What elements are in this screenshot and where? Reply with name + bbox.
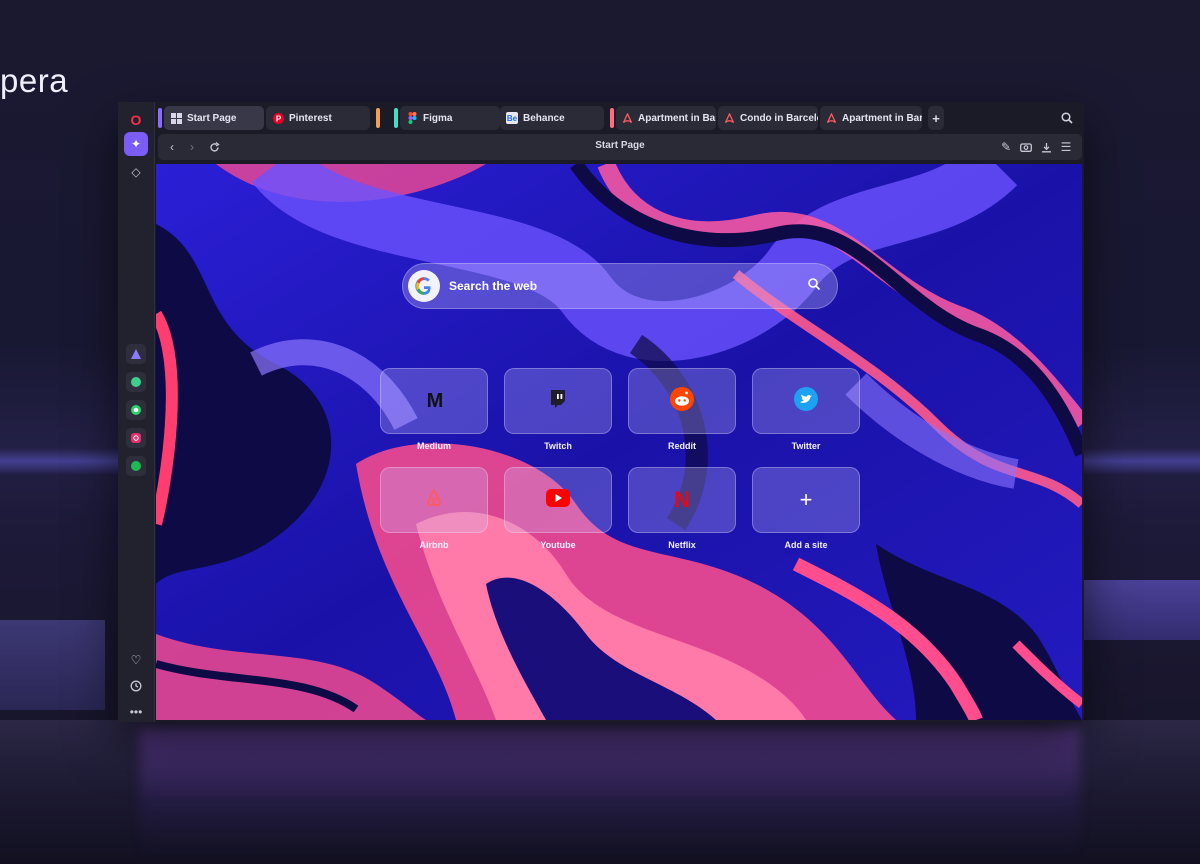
tab-label: Figma <box>423 112 453 124</box>
youtube-icon <box>546 488 570 512</box>
tab-label: Start Page <box>187 112 237 124</box>
sidebar-app-whatsapp-icon[interactable] <box>126 400 146 420</box>
opera-wordmark: pera <box>0 62 69 99</box>
sidebar: O ✦ ◇ ♡ ••• <box>118 102 155 722</box>
pinterest-icon: P <box>272 112 284 124</box>
tab-island-marker-pink <box>610 108 614 128</box>
twitch-icon <box>549 389 567 414</box>
download-icon[interactable] <box>1038 139 1054 155</box>
tab-label: Behance <box>523 112 565 124</box>
plus-icon: + <box>799 487 813 512</box>
fluid-wallpaper <box>156 164 1082 720</box>
speed-dial-medium[interactable]: M <box>380 368 488 434</box>
speed-dial-label: Reddit <box>668 441 696 451</box>
behance-icon: Be <box>506 112 518 124</box>
tab-search-icon[interactable] <box>1059 110 1075 126</box>
twitter-icon <box>793 386 819 417</box>
background-plinth-left <box>0 620 105 710</box>
tab-label: Apartment in Bar <box>842 112 922 124</box>
aria-ai-icon[interactable]: ✦ <box>124 132 148 156</box>
sidebar-app-spotify-icon[interactable] <box>126 456 146 476</box>
speed-dial-label: Netflix <box>668 540 696 550</box>
new-tab-button[interactable]: + <box>928 106 944 130</box>
floor-reflection <box>140 728 1080 858</box>
speed-dial-label: Twitch <box>544 441 572 451</box>
opera-menu-icon[interactable]: O <box>124 108 148 132</box>
reddit-icon <box>669 386 695 417</box>
sidebar-app-chatgpt-icon[interactable] <box>126 372 146 392</box>
tab-island-marker-orange <box>376 108 380 128</box>
search-placeholder: Search the web <box>449 279 538 293</box>
bookmarks-heart-icon[interactable]: ♡ <box>124 648 148 672</box>
tab-apartment-1[interactable]: Apartment in Bar <box>616 106 716 130</box>
address-bar[interactable]: Start Page <box>158 140 1082 151</box>
speed-dial-label: Medium <box>416 441 451 451</box>
speed-dial-label: Add a site <box>784 540 828 550</box>
airbnb-icon <box>425 487 443 513</box>
medium-icon: M <box>426 389 444 412</box>
speed-dial-icon <box>170 112 182 124</box>
tab-behance[interactable]: Be Behance <box>500 106 604 130</box>
tab-apartment-2[interactable]: Apartment in Bar <box>820 106 922 130</box>
tab-island-marker-purple <box>158 108 162 128</box>
start-page: Search the web M Medium Twitch Reddit Tw… <box>156 164 1082 720</box>
svg-text:P: P <box>275 114 281 123</box>
speed-dial-airbnb[interactable] <box>380 467 488 533</box>
figma-icon <box>406 112 418 124</box>
tab-start-page[interactable]: Start Page <box>164 106 264 130</box>
tab-label: Apartment in Bar <box>638 112 716 124</box>
snapshot-camera-icon[interactable] <box>1018 139 1034 155</box>
sidebar-app-aria-icon[interactable] <box>126 344 146 364</box>
background-plinth-right <box>1080 580 1200 640</box>
browser-window: O ✦ ◇ ♡ ••• Start Page P Pinterest Figma… <box>118 102 1084 722</box>
tab-condo[interactable]: Condo in Barcelo <box>718 106 818 130</box>
speed-dial-add-site[interactable]: + <box>752 467 860 533</box>
speed-dial-label: Twitter <box>791 441 821 451</box>
tab-bar: Start Page P Pinterest Figma Be Behance … <box>158 104 1078 130</box>
airbnb-icon <box>622 112 633 124</box>
easy-setup-menu-icon[interactable]: ☰ <box>1058 139 1074 155</box>
tab-pinterest[interactable]: P Pinterest <box>266 106 370 130</box>
edit-icon[interactable]: ✎ <box>998 139 1014 155</box>
history-clock-icon[interactable] <box>124 674 148 698</box>
tab-label: Pinterest <box>289 112 332 124</box>
airbnb-icon <box>826 112 837 124</box>
more-options-icon[interactable]: ••• <box>124 700 148 724</box>
speed-dial-youtube[interactable] <box>504 467 612 533</box>
speed-dial-label: Airbnb <box>419 540 449 550</box>
speed-dial-twitter[interactable] <box>752 368 860 434</box>
google-logo-icon <box>408 270 440 302</box>
crypto-wallet-icon[interactable]: ◇ <box>124 160 148 184</box>
speed-dial-netflix[interactable]: N <box>628 467 736 533</box>
speed-dial-reddit[interactable] <box>628 368 736 434</box>
sidebar-app-instagram-icon[interactable] <box>126 428 146 448</box>
search-icon[interactable] <box>807 277 823 293</box>
address-toolbar: ‹ › Start Page ✎ ☰ <box>158 134 1082 160</box>
tab-island-marker-teal <box>394 108 398 128</box>
speed-dial-twitch[interactable] <box>504 368 612 434</box>
tab-figma[interactable]: Figma <box>400 106 500 130</box>
search-bar[interactable]: Search the web <box>402 263 838 309</box>
netflix-icon: N <box>674 487 690 512</box>
tab-label: Condo in Barcelo <box>740 112 818 124</box>
airbnb-icon <box>724 112 735 124</box>
speed-dial-label: Youtube <box>540 540 576 550</box>
